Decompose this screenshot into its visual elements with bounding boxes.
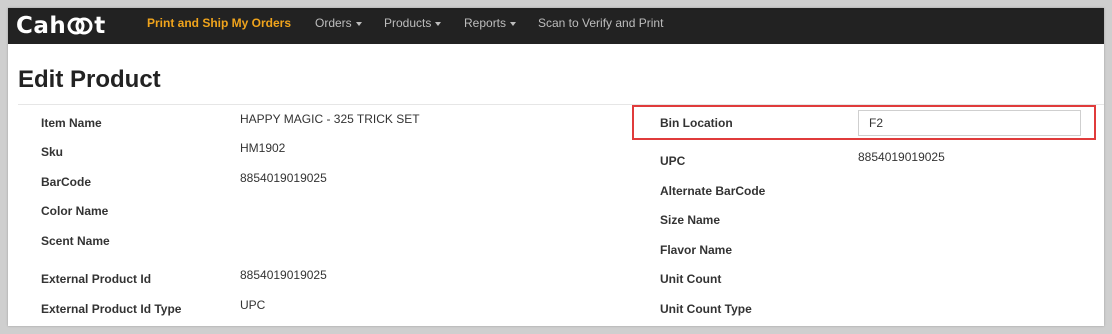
nav-scan-verify-print-label: Scan to Verify and Print: [538, 16, 664, 30]
caret-down-icon: [355, 21, 362, 26]
bin-location-input[interactable]: [858, 110, 1081, 136]
nav-products-label: Products: [384, 16, 432, 30]
label-scent-name: Scent Name: [41, 234, 110, 248]
nav-orders[interactable]: Orders: [315, 8, 362, 44]
label-barcode: BarCode: [41, 175, 92, 189]
value-upc: 8854019019025: [858, 150, 945, 164]
label-sku: Sku: [41, 145, 64, 159]
value-barcode: 8854019019025: [240, 171, 327, 185]
value-external-product-id-type: UPC: [240, 298, 266, 312]
caret-down-icon: [435, 21, 442, 26]
label-unit-count: Unit Count: [660, 272, 722, 286]
nav-reports[interactable]: Reports: [464, 8, 517, 44]
caret-down-icon: [510, 21, 517, 26]
nav-products[interactable]: Products: [384, 8, 442, 44]
logo-link-icon: [67, 16, 93, 36]
nav-orders-label: Orders: [315, 16, 352, 30]
label-upc: UPC: [660, 154, 686, 168]
nav-print-and-ship[interactable]: Print and Ship My Orders: [147, 8, 291, 44]
value-sku: HM1902: [240, 141, 286, 155]
cahoot-logo[interactable]: Cah t: [16, 12, 106, 40]
label-unit-count-type: Unit Count Type: [660, 302, 752, 316]
nav-reports-label: Reports: [464, 16, 507, 30]
nav-scan-verify-print[interactable]: Scan to Verify and Print: [538, 8, 663, 44]
label-external-product-id-type: External Product Id Type: [41, 302, 182, 316]
label-flavor-name: Flavor Name: [660, 243, 733, 257]
label-size-name: Size Name: [660, 213, 721, 227]
label-bin-location: Bin Location: [660, 116, 733, 130]
value-item-name: HAPPY MAGIC - 325 TRICK SET: [240, 112, 420, 126]
value-external-product-id: 8854019019025: [240, 268, 327, 282]
navbar: Cah t Print and Ship My Orders Orders Pr…: [8, 8, 1104, 44]
page-title: Edit Product: [18, 66, 161, 93]
label-item-name: Item Name: [41, 116, 102, 130]
nav-print-and-ship-label: Print and Ship My Orders: [147, 16, 292, 30]
label-alternate-barcode: Alternate BarCode: [660, 184, 766, 198]
label-color-name: Color Name: [41, 204, 109, 218]
app-window: Cah t Print and Ship My Orders Orders Pr…: [8, 8, 1104, 326]
label-external-product-id: External Product Id: [41, 272, 152, 286]
